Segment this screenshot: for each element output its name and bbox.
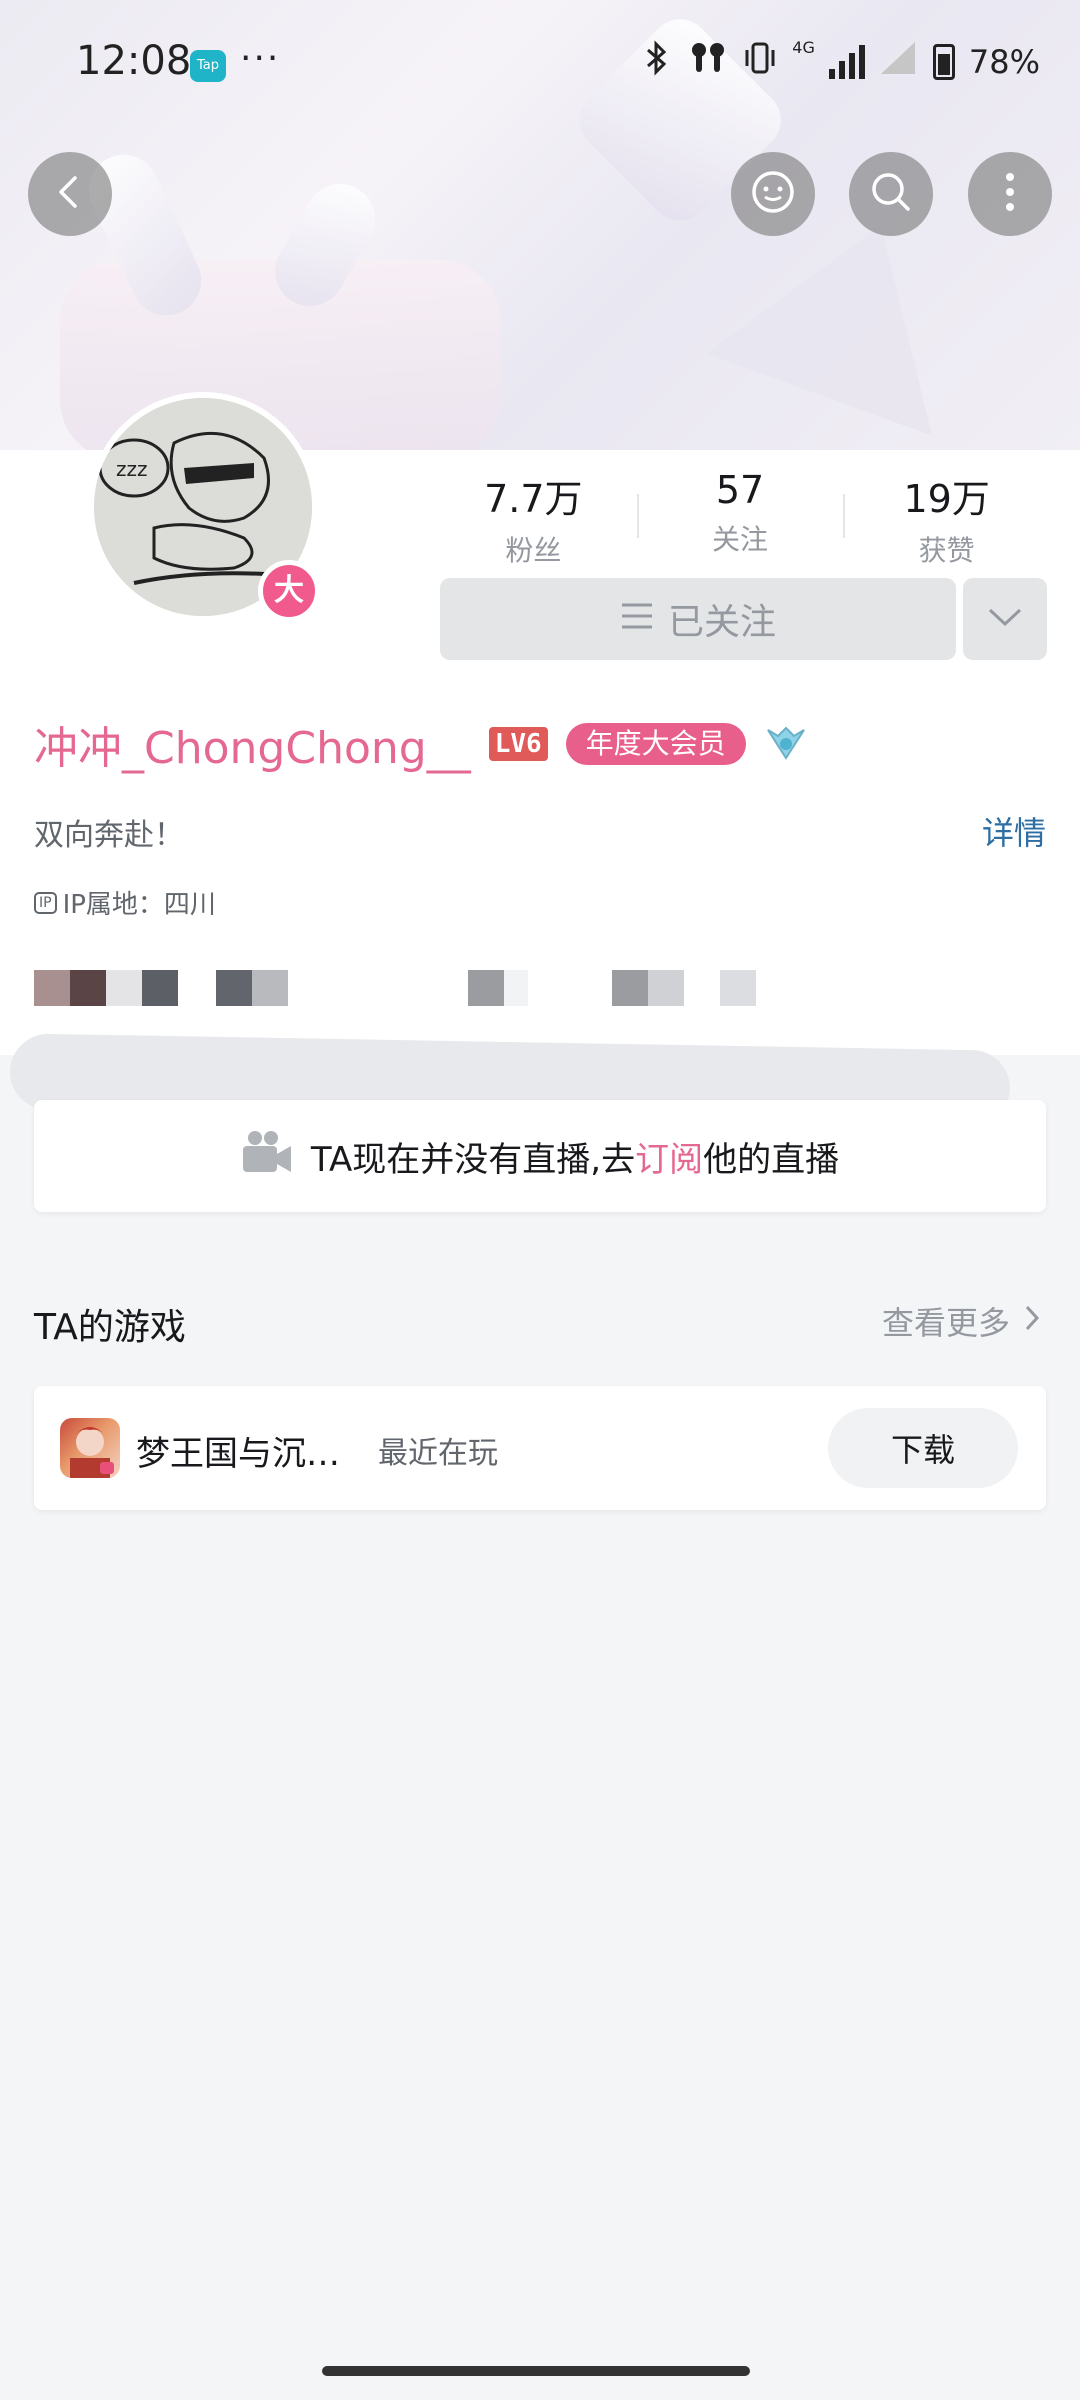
more-notifications-icon: ···	[240, 38, 281, 79]
svg-text:zzz: zzz	[116, 457, 148, 481]
vertical-dots-icon	[1000, 170, 1020, 218]
chat-icon	[749, 168, 797, 220]
profile-stats: 7.7万 粉丝 57 关注 19万 获赞	[430, 468, 1050, 569]
search-button[interactable]	[849, 152, 933, 236]
username: 冲冲_ChongChong__	[34, 723, 471, 774]
games-section-title: TA的游戏	[34, 1307, 186, 1348]
status-bar: 12:08 Tap ··· 4G 78%	[0, 0, 1080, 130]
game-status: 最近在玩	[378, 1436, 498, 1471]
live-status-card[interactable]: TA现在并没有直播,去订阅他的直播	[34, 1100, 1046, 1212]
detail-link[interactable]: 详情	[982, 808, 1046, 854]
game-name: 梦王国与沉…	[136, 1434, 340, 1474]
chevron-right-icon	[1024, 1302, 1040, 1340]
stat-value: 19万	[903, 477, 990, 521]
earbuds-icon	[688, 40, 728, 84]
stat-value: 57	[715, 468, 765, 512]
home-indicator[interactable]	[322, 2366, 750, 2376]
tap-app-icon: Tap	[190, 50, 226, 82]
stat-following[interactable]: 57 关注	[636, 468, 844, 569]
followed-button[interactable]: 已关注	[440, 578, 956, 660]
view-more-label: 查看更多	[881, 1304, 1010, 1342]
stat-fans[interactable]: 7.7万 粉丝	[430, 468, 637, 569]
stat-label: 关注	[712, 523, 769, 556]
chevron-down-icon	[987, 607, 1023, 631]
stat-value: 7.7万	[484, 477, 583, 521]
message-button[interactable]	[731, 152, 815, 236]
ip-location: IP属地：四川	[62, 890, 216, 920]
search-icon	[867, 168, 915, 220]
stat-label: 获赞	[918, 534, 975, 567]
annual-vip-badge[interactable]: 年度大会员	[565, 723, 746, 765]
game-icon	[60, 1418, 120, 1478]
live-suffix: 他的直播	[703, 1139, 840, 1180]
vibrate-icon	[742, 40, 778, 84]
signal-icon	[828, 45, 865, 79]
more-options-button[interactable]	[968, 152, 1052, 236]
vip-badge: 大	[258, 560, 320, 622]
status-time: 12:08	[76, 38, 192, 84]
battery-percent: 78%	[968, 43, 1040, 81]
follow-dropdown-button[interactable]	[963, 578, 1047, 660]
chevron-left-icon	[50, 172, 90, 216]
view-more-button[interactable]: 查看更多	[882, 1298, 1040, 1344]
signature: 双向奔赴！	[34, 818, 184, 853]
video-camera-icon	[241, 1128, 293, 1185]
medal-icon[interactable]	[764, 722, 808, 766]
stat-label: 粉丝	[505, 534, 562, 567]
ip-icon: IP	[34, 891, 57, 914]
network-type: 4G	[792, 38, 815, 57]
stat-likes[interactable]: 19万 获赞	[843, 468, 1050, 569]
live-prefix: TA现在并没有直播,去	[310, 1139, 636, 1180]
menu-lines-icon	[620, 599, 654, 640]
username-row: 冲冲_ChongChong__ LV6 年度大会员	[34, 712, 808, 776]
no-signal-icon	[879, 40, 919, 84]
bluetooth-icon	[642, 40, 674, 84]
level-badge: LV6	[488, 727, 548, 761]
system-icons: 4G 78%	[642, 40, 1040, 84]
battery-icon	[932, 44, 955, 80]
back-button[interactable]	[28, 152, 112, 236]
followed-label: 已关注	[667, 602, 776, 643]
download-button[interactable]: 下载	[828, 1408, 1018, 1488]
game-item[interactable]: 梦王国与沉… 最近在玩 下载	[34, 1386, 1046, 1510]
ip-location-row: IP IP属地：四川	[34, 884, 216, 921]
subscribe-link[interactable]: 订阅	[635, 1140, 703, 1180]
